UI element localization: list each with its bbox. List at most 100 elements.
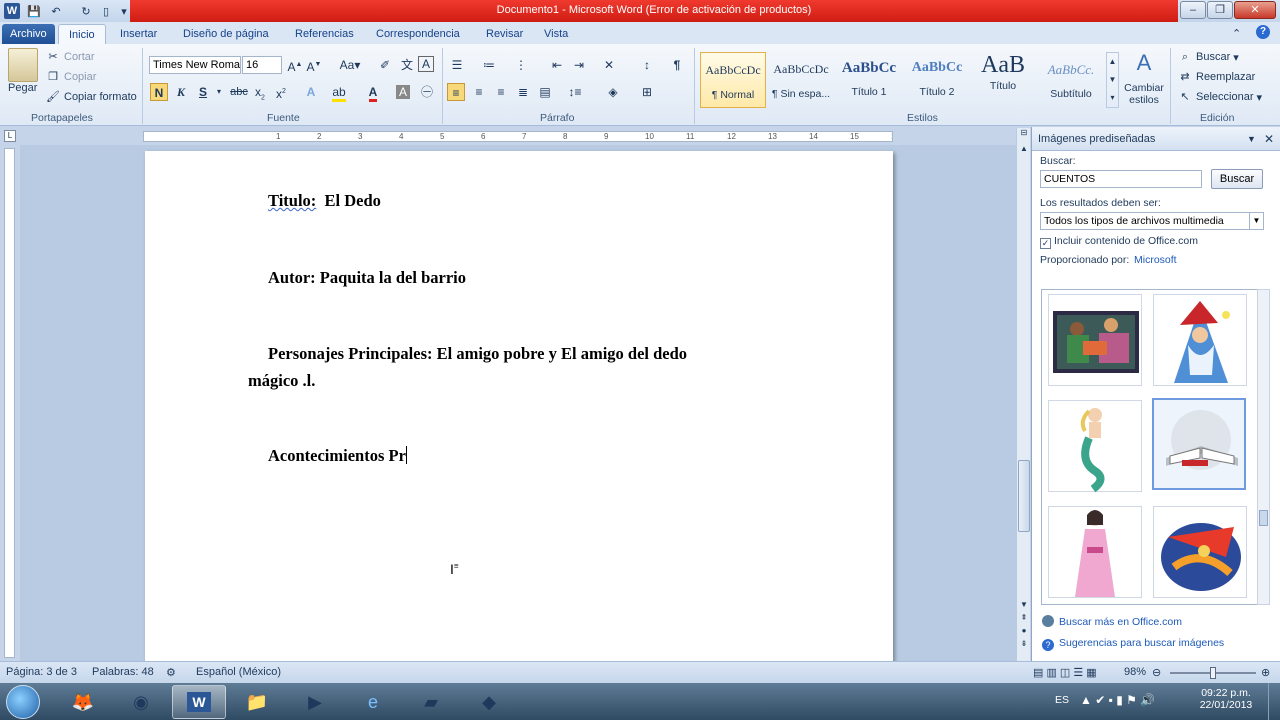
change-case-icon[interactable]: Aa▾ <box>338 56 362 74</box>
font-color-icon[interactable]: A <box>364 83 382 102</box>
paste-icon[interactable] <box>8 48 38 82</box>
clipart-search-button[interactable]: Buscar <box>1211 169 1263 189</box>
clipart-result[interactable] <box>1153 294 1247 386</box>
show-formatting-marks-icon[interactable]: ¶ <box>668 56 686 74</box>
results-scroll-thumb[interactable] <box>1259 510 1268 526</box>
clipart-result-selected[interactable] <box>1152 398 1246 490</box>
zoom-level[interactable]: 98% <box>1124 666 1146 678</box>
language-indicator[interactable]: ES <box>1055 694 1069 706</box>
start-button[interactable] <box>6 685 40 719</box>
style-heading-1[interactable]: AaBbCc Título 1 <box>836 52 902 108</box>
chrome-taskbar-icon[interactable]: ◉ <box>114 685 168 719</box>
undo-icon[interactable]: ↶ <box>48 3 64 19</box>
asian-layout-icon[interactable]: ✕ <box>600 56 618 74</box>
document-page[interactable]: Titulo: El Dedo Autor: Paquita la del ba… <box>145 151 893 661</box>
enclose-characters-icon[interactable]: ㊀ <box>418 83 436 101</box>
select-button[interactable]: ↖ Seleccionar ▾ <box>1178 90 1262 104</box>
zoom-out-icon[interactable]: ⊖ <box>1152 666 1161 679</box>
find-button[interactable]: ⌕ Buscar ▾ <box>1178 50 1239 64</box>
character-shading-icon[interactable]: A <box>396 85 410 99</box>
phonetic-guide-icon[interactable]: 文 <box>398 56 416 74</box>
include-office-checkbox[interactable]: ✓ Incluir contenido de Office.com <box>1040 235 1198 249</box>
word-taskbar-icon[interactable]: W <box>172 685 226 719</box>
tab-correspondencia[interactable]: Correspondencia <box>366 24 470 44</box>
show-desktop-button[interactable] <box>1268 683 1280 720</box>
character-border-icon[interactable]: A <box>418 56 434 72</box>
doc-line-characters[interactable]: Personajes Principales: El amigo pobre y… <box>268 344 687 364</box>
clipart-result[interactable] <box>1048 506 1142 598</box>
tab-selector-icon[interactable]: L <box>4 130 16 142</box>
save-icon[interactable]: 💾 <box>26 3 42 19</box>
italic-button[interactable]: K <box>172 83 190 101</box>
text-effects-icon[interactable]: A <box>302 83 320 101</box>
shrink-font-icon[interactable]: A▼ <box>305 56 323 74</box>
minimize-ribbon-icon[interactable]: ⌃ <box>1232 27 1241 40</box>
font-size-select[interactable]: 16 <box>242 56 282 74</box>
tab-archivo[interactable]: Archivo <box>2 24 55 44</box>
increase-indent-icon[interactable]: ⇥ <box>570 56 588 74</box>
document-area[interactable]: Titulo: El Dedo Autor: Paquita la del ba… <box>20 145 1016 661</box>
clipart-search-input[interactable]: CUENTOS <box>1040 170 1202 188</box>
align-center-icon[interactable]: ≡ <box>470 83 488 101</box>
doc-line-author[interactable]: Autor: Paquita la del barrio <box>268 268 466 288</box>
pane-close-icon[interactable]: ✕ <box>1264 127 1274 151</box>
multilevel-list-icon[interactable]: ⋮ <box>512 56 530 74</box>
bullets-icon[interactable]: ☰ <box>448 56 466 74</box>
page-count[interactable]: Página: 3 de 3 <box>6 666 77 678</box>
font-family-select[interactable]: Times New Roma <box>149 56 241 74</box>
more-office-link[interactable]: Buscar más en Office.com <box>1042 615 1182 628</box>
minimize-button[interactable]: – <box>1180 1 1206 19</box>
firefox-taskbar-icon[interactable]: 🦊 <box>56 685 110 719</box>
tab-revisar[interactable]: Revisar <box>476 24 533 44</box>
tab-inicio[interactable]: Inicio <box>58 24 106 44</box>
language[interactable]: Español (México) <box>196 666 281 678</box>
ruler-toggle-icon[interactable]: ⊟ <box>1018 128 1030 140</box>
cut-button[interactable]: ✂ Cortar <box>46 50 94 64</box>
tab-diseno-pagina[interactable]: Diseño de página <box>173 24 279 44</box>
scroll-nav-icons[interactable]: ▼ ⇞ ● ⇟ <box>1018 598 1030 650</box>
tab-insertar[interactable]: Insertar <box>110 24 167 44</box>
change-styles-button[interactable]: Cambiar estilos <box>1122 82 1166 106</box>
underline-dropdown-icon[interactable]: ▾ <box>210 83 228 101</box>
tab-vista[interactable]: Vista <box>534 24 578 44</box>
align-left-button[interactable]: ≡ <box>447 83 465 101</box>
app-taskbar-icon[interactable]: ▰ <box>404 685 458 719</box>
distributed-icon[interactable]: ▤ <box>536 83 554 101</box>
document-scrollbar[interactable]: ⊟ ▲ ▼ ⇞ ● ⇟ <box>1016 128 1030 661</box>
horizontal-ruler[interactable]: 123456789101112131415161718 <box>143 131 893 142</box>
style-normal[interactable]: AaBbCcDc ¶ Normal <box>700 52 766 108</box>
highlight-icon[interactable]: ab <box>330 83 348 102</box>
pane-options-icon[interactable]: ▼ <box>1247 127 1256 151</box>
redo-icon[interactable]: ↻ <box>78 3 94 19</box>
style-title[interactable]: AaB Título <box>970 52 1036 108</box>
grow-font-icon[interactable]: A▲ <box>286 56 304 74</box>
search-tips-link[interactable]: ? Sugerencias para buscar imágenes <box>1042 637 1224 651</box>
paste-button[interactable]: Pegar <box>8 82 37 94</box>
style-no-spacing[interactable]: AaBbCcDc ¶ Sin espa... <box>768 52 834 108</box>
provider-link[interactable]: Microsoft <box>1134 254 1177 266</box>
style-subtitle[interactable]: AaBbCc. Subtítulo <box>1038 52 1104 108</box>
align-right-icon[interactable]: ≡ <box>492 83 510 101</box>
doc-line-title[interactable]: Titulo: El Dedo <box>268 191 381 211</box>
doc-line-events[interactable]: Acontecimientos Pr <box>268 446 407 466</box>
subscript-icon[interactable]: x2 <box>251 83 269 101</box>
proofing-icon[interactable]: ⚙ <box>166 666 176 679</box>
word-count[interactable]: Palabras: 48 <box>92 666 154 678</box>
word-app-icon[interactable]: W <box>4 3 20 19</box>
line-spacing-icon[interactable]: ↕≡ <box>566 83 584 101</box>
tab-referencias[interactable]: Referencias <box>285 24 364 44</box>
clock[interactable]: 09:22 p.m. 22/01/2013 <box>1196 687 1256 711</box>
clear-format-icon[interactable]: ✐ <box>376 56 394 74</box>
shading-icon[interactable]: ◈ <box>604 83 622 101</box>
quick-print-icon[interactable]: ▯ <box>98 3 114 19</box>
media-taskbar-icon[interactable]: ▶ <box>288 685 342 719</box>
scroll-thumb[interactable] <box>1018 460 1030 532</box>
superscript-icon[interactable]: x2 <box>272 83 290 101</box>
strikethrough-icon[interactable]: abc <box>228 83 250 101</box>
clipart-result[interactable] <box>1048 400 1142 493</box>
copy-button[interactable]: ❐ Copiar <box>46 70 96 84</box>
tray-icons[interactable]: ▲ ✔ ▪ ▮ ⚑ 🔊 <box>1080 693 1155 707</box>
results-scrollbar[interactable] <box>1257 289 1270 605</box>
zoom-slider-thumb[interactable] <box>1210 667 1216 679</box>
justify-icon[interactable]: ≣ <box>514 83 532 101</box>
